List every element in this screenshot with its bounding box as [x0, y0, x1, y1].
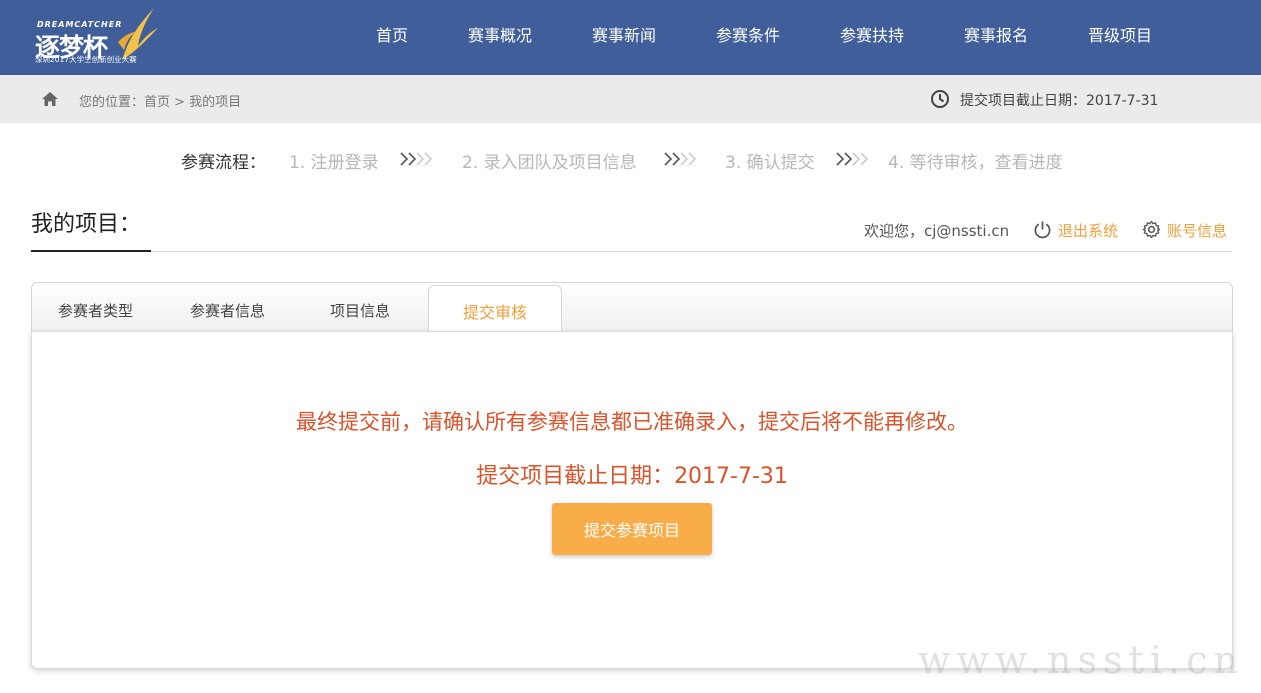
title-divider	[31, 251, 1232, 252]
breadcrumb: 您的位置：首页 > 我的项目	[79, 95, 242, 110]
breadcrumb-bar: 您的位置：首页 > 我的项目 提交项目截止日期：2017-7-31	[0, 75, 1261, 123]
step-enter-info: 2. 录入团队及项目信息	[462, 153, 637, 173]
step-register: 1. 注册登录	[289, 153, 379, 173]
process-label: 参赛流程：	[181, 153, 266, 173]
deadline-notice: 提交项目截止日期：2017-7-31	[960, 93, 1159, 109]
account-info-link[interactable]: 账号信息	[1167, 220, 1227, 241]
logout-link[interactable]: 退出系统	[1058, 220, 1118, 241]
tab-participant-info[interactable]: 参赛者信息	[190, 300, 265, 321]
nav-registration[interactable]: 赛事报名	[964, 22, 1028, 46]
site-header: DREAMCATCHER 逐梦杯 深圳2017大学生创新创业大赛 首页 赛事概况…	[0, 0, 1261, 75]
submit-warning: 最终提交前，请确认所有参赛信息都已准确录入，提交后将不能再修改。	[296, 410, 968, 434]
logo-subtitle: 深圳2017大学生创新创业大赛	[35, 55, 137, 64]
power-icon[interactable]	[1033, 220, 1052, 239]
step-confirm-submit: 3. 确认提交	[725, 153, 815, 173]
nav-news[interactable]: 赛事新闻	[592, 22, 656, 46]
welcome-text: 欢迎您，cj@nssti.cn	[864, 222, 1010, 240]
page-title: 我的项目：	[31, 212, 142, 237]
site-logo[interactable]: DREAMCATCHER 逐梦杯 深圳2017大学生创新创业大赛	[32, 2, 162, 68]
nav-home[interactable]: 首页	[376, 22, 408, 46]
gear-icon[interactable]	[1142, 220, 1161, 239]
nav-overview[interactable]: 赛事概况	[468, 22, 532, 46]
submit-deadline: 提交项目截止日期：2017-7-31	[476, 464, 788, 489]
tab-project-info[interactable]: 项目信息	[330, 300, 390, 321]
nav-support[interactable]: 参赛扶持	[840, 22, 904, 46]
step-arrow-icon	[400, 152, 433, 166]
step-await-review: 4. 等待审核，查看进度	[888, 153, 1063, 173]
nav-promoted-projects[interactable]: 晋级项目	[1088, 22, 1152, 46]
step-arrow-icon	[664, 152, 697, 166]
tab-participant-type[interactable]: 参赛者类型	[58, 300, 133, 321]
title-underline	[31, 250, 151, 252]
bird-logo-icon	[118, 8, 158, 60]
clock-icon	[931, 90, 949, 108]
watermark: www.nssti.cn	[918, 638, 1244, 682]
submit-panel: 最终提交前，请确认所有参赛信息都已准确录入，提交后将不能再修改。 提交项目截止日…	[31, 331, 1233, 669]
home-icon[interactable]	[41, 91, 59, 107]
tab-submit-review-label: 提交审核	[462, 303, 527, 322]
nav-conditions[interactable]: 参赛条件	[716, 22, 780, 46]
tab-submit-review[interactable]: 提交审核	[428, 285, 562, 334]
step-arrow-icon	[836, 152, 869, 166]
tab-bar: 参赛者类型 参赛者信息 项目信息 提交审核	[31, 282, 1233, 334]
submit-project-button[interactable]: 提交参赛项目	[552, 503, 712, 555]
